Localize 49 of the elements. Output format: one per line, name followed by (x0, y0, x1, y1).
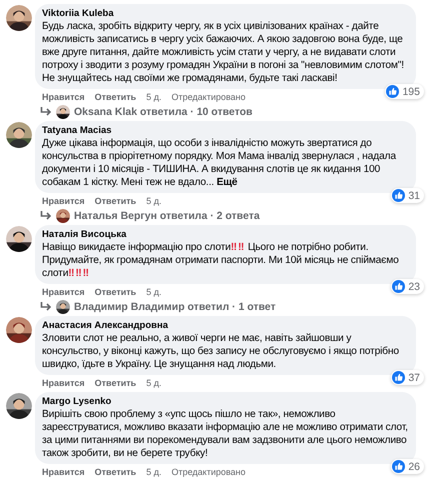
timestamp[interactable]: 5 д. (146, 287, 162, 298)
replies-link[interactable]: Владимир Владимир ответил · 1 ответ (74, 300, 276, 314)
like-icon (392, 371, 406, 384)
reply-link[interactable]: Ответить (94, 378, 136, 389)
reply-link[interactable]: Ответить (94, 467, 136, 478)
author-name[interactable]: Viktoriia Kuleba (42, 8, 409, 20)
author-name[interactable]: Margo Lysenko (42, 396, 409, 408)
timestamp[interactable]: 5 д. (146, 378, 162, 389)
timestamp[interactable]: 5 д. (146, 467, 162, 478)
reaction-badge[interactable]: 195 (385, 84, 424, 99)
like-count: 23 (408, 280, 420, 292)
comment-text: Зловити слот не реально, а живої черги не має, навіть зайшовши у консульство, у віконці кажуть, що без запису не обслуговуємо і якщо потрібно швидко, їдьте в Україну. Це знущання над людьми. (42, 332, 400, 371)
timestamp[interactable]: 5 д. (146, 92, 162, 103)
comment-text: Дуже цікава інформація, що особи з інвалідністю можуть звертатися до консульства в пріорітетному порядку. Моя Мама інвалід звернулася , надала документи і 10 місяців - ТИШИНА. А вкидування слотів це як кидання 100 собакам 1 кістку. Мені теж не вдало... Ещё (42, 137, 398, 189)
like-link[interactable]: Нравится (42, 92, 85, 103)
reaction-badge[interactable]: 23 (391, 279, 424, 294)
reaction-badge[interactable]: 26 (391, 459, 424, 474)
author-name[interactable]: Tatyana Macias (42, 125, 409, 137)
like-link[interactable]: Нравится (42, 196, 85, 207)
comment-text: Вирішіть свою проблему з «упс щось пішло не так», неможливо зареєструватися, можливо вказати інформацію але не можливо отримати слот, за цими питаннями ви порекомендували вам задзвонити але цього неможливо також зробити, ви не берете трубку! (42, 408, 409, 460)
like-count: 31 (408, 190, 420, 202)
like-count: 26 (408, 460, 420, 472)
author-name[interactable]: Наталія Висоцька (42, 229, 409, 241)
author-name[interactable]: Анастасия Александровна (42, 320, 409, 332)
reply-link[interactable]: Ответить (94, 196, 136, 207)
reply-arrow-icon (40, 302, 52, 312)
like-count: 195 (402, 86, 420, 98)
like-count: 37 (408, 372, 420, 384)
edited-label: Отредактировано (171, 467, 246, 478)
reply-link[interactable]: Ответить (94, 92, 136, 103)
comment-text: Навіщо викидаєте інформацію про слоти‼‼ Цього не потрібно робити. Придумайте, як громадянам отримати паспорти. Ми 10й місяць не спіймаємо слоти‼‼‼ (42, 241, 400, 280)
like-icon (392, 189, 406, 202)
replies-link[interactable]: Наталья Вергун ответила · 2 ответа (74, 209, 260, 223)
like-link[interactable]: Нравится (42, 467, 85, 478)
reaction-badge[interactable]: 31 (391, 188, 424, 203)
like-link[interactable]: Нравится (42, 287, 85, 298)
like-link[interactable]: Нравится (42, 378, 85, 389)
timestamp[interactable]: 5 д. (146, 196, 162, 207)
more-link[interactable]: Ещё (216, 177, 238, 188)
reply-arrow-icon (40, 211, 52, 221)
replies-link[interactable]: Oksana Klak ответила · 10 ответов (74, 105, 252, 119)
like-icon (392, 460, 406, 473)
edited-label: Отредактировано (171, 92, 246, 103)
reply-arrow-icon (40, 107, 52, 117)
reaction-badge[interactable]: 37 (391, 370, 424, 385)
comment-text: Будь ласка, зробіть відкриту чергу, як в усіх цивілізованих країнах - дайте можливість записатись в чергу усіх бажаючих. А якою задовгою вона буде, ще вже друге питання, дайте можливість усім стати у чергу, а не видавати слоти потроху і зводити з розуму громадян України в погоні за "невловимим слотом"! Не знущайтесь над своїми же громадянами, будьте такі ласкаві! (42, 20, 405, 85)
like-icon (392, 280, 406, 293)
like-icon (386, 85, 400, 98)
reply-link[interactable]: Ответить (94, 287, 136, 298)
